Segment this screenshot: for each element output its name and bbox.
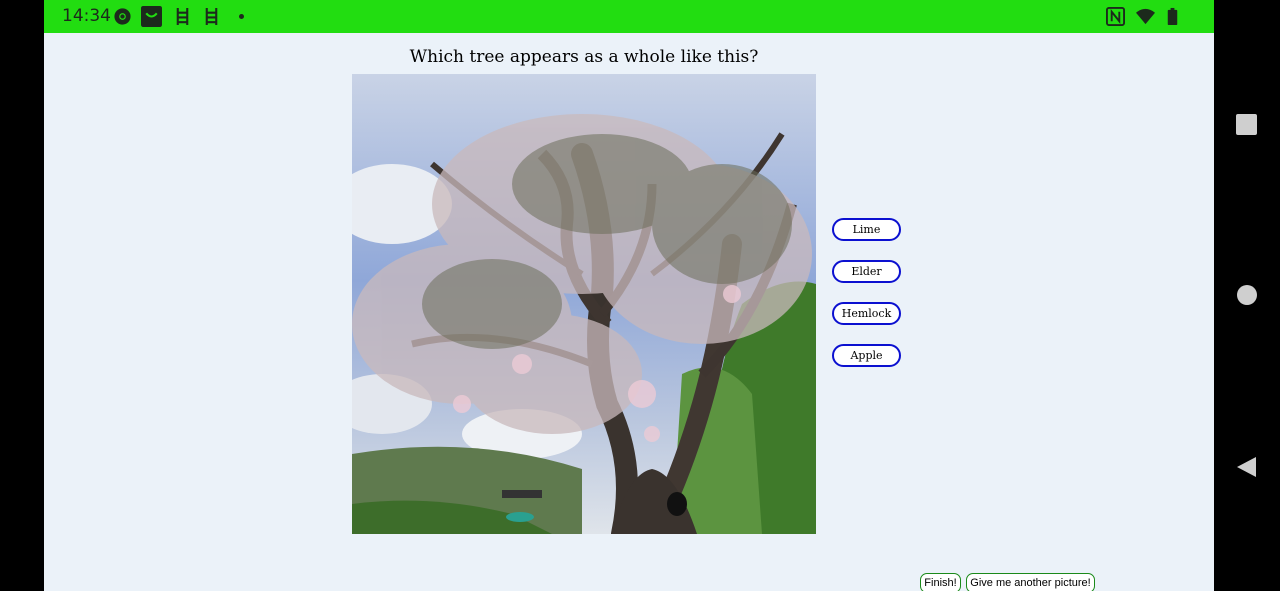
question-text: Which tree appears as a whole like this?: [409, 47, 759, 67]
chrome-icon: [114, 8, 131, 25]
back-icon[interactable]: [1236, 456, 1258, 478]
battery-icon: [1167, 7, 1178, 26]
notification-dot-icon: [239, 14, 244, 19]
answer-button-lime[interactable]: Lime: [832, 218, 901, 241]
ladder-icon: [176, 7, 189, 26]
another-picture-button[interactable]: Give me another picture!: [966, 573, 1095, 591]
tree-photo: [352, 74, 816, 534]
wifi-icon: [1136, 8, 1155, 25]
shopping-bag-icon: [141, 6, 162, 27]
recents-icon[interactable]: [1236, 114, 1257, 135]
answer-button-hemlock[interactable]: Hemlock: [832, 302, 901, 325]
home-icon[interactable]: [1237, 285, 1257, 305]
ladder-icon: [205, 7, 218, 26]
status-time: 14:34: [62, 6, 111, 26]
answer-button-elder[interactable]: Elder: [832, 260, 901, 283]
answer-button-apple[interactable]: Apple: [832, 344, 901, 367]
status-bar: 14:34: [44, 0, 1214, 33]
nfc-icon: [1106, 7, 1125, 26]
app-screen: 14:34 Which tree appears as a whole like…: [44, 0, 1214, 591]
finish-button[interactable]: Finish!: [920, 573, 961, 591]
